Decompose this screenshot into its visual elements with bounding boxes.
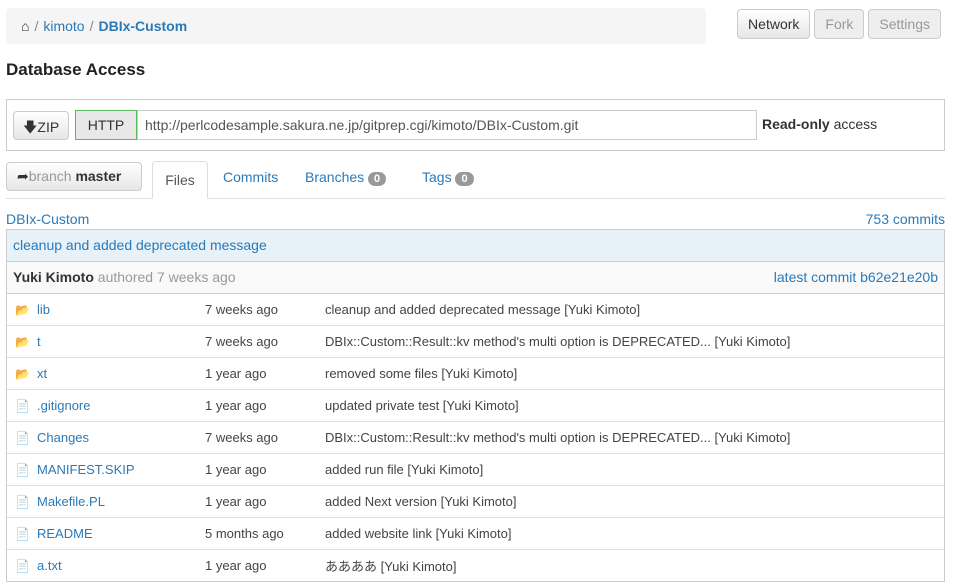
file-row: 📄 MANIFEST.SKIP 1 year ago added run file [… — [7, 454, 944, 486]
access-panel: 🡇ZIP HTTP http://perlcodesample.sakura.n… — [6, 99, 945, 151]
file-link[interactable]: lib — [37, 302, 50, 317]
breadcrumb: ⌂ / kimoto / DBIx-Custom — [6, 8, 706, 44]
folder-icon: 📂 — [15, 366, 30, 381]
file-commit-message: removed some files [Yuki Kimoto] — [325, 366, 518, 381]
file-row: 📄 Changes 7 weeks ago DBIx::Custom::Result:… — [7, 422, 944, 454]
file-icon: 📄 — [15, 558, 30, 573]
tab-branches-label: Branches — [305, 169, 365, 185]
file-name-cell: 📄 Changes — [7, 430, 205, 445]
access-label: access — [833, 116, 878, 132]
folder-icon: 📂 — [15, 302, 30, 317]
tab-files[interactable]: Files — [152, 161, 208, 199]
http-button[interactable]: HTTP — [75, 110, 137, 140]
page-title: Database Access — [6, 60, 146, 79]
file-commit-message: ああああ [Yuki Kimoto] — [325, 559, 457, 574]
file-link[interactable]: .gitignore — [37, 398, 90, 413]
commit-time: authored 7 weeks ago — [97, 269, 236, 285]
file-commit-message: cleanup and added deprecated message [Yu… — [325, 302, 641, 317]
file-table: cleanup and added deprecated message Yuk… — [6, 229, 945, 582]
file-age: 1 year ago — [205, 462, 267, 477]
tabs-divider — [6, 198, 945, 199]
file-name-cell: 📄 .gitignore — [7, 398, 205, 413]
project-link[interactable]: DBIx-Custom — [6, 211, 89, 227]
file-age: 1 year ago — [205, 366, 267, 381]
zip-download-button[interactable]: 🡇ZIP — [13, 111, 70, 140]
file-row: 📂 xt 1 year ago removed some files [Yuki Ki… — [7, 358, 944, 390]
last-commit-message[interactable]: cleanup and added deprecated message — [7, 230, 944, 262]
file-commit-message: updated private test [Yuki Kimoto] — [325, 398, 519, 413]
commit-count-link[interactable]: 753 commits — [866, 211, 945, 227]
breadcrumb-repo[interactable]: DBIx-Custom — [98, 18, 187, 34]
tab-branches[interactable]: Branches 0 — [305, 169, 387, 186]
file-icon: 📄 — [15, 430, 30, 445]
readonly-label: Read-only — [762, 116, 830, 132]
file-name-cell: 📄 Makefile.PL — [7, 494, 205, 509]
file-icon: 📄 — [15, 494, 30, 509]
last-commit-author-row: Yuki Kimoto authored 7 weeks ago latest … — [7, 262, 944, 294]
zip-label: ZIP — [37, 119, 60, 135]
tags-count-badge: 0 — [455, 172, 474, 186]
file-link[interactable]: Makefile.PL — [37, 494, 105, 509]
file-commit-message: DBIx::Custom::Result::kv method's multi … — [325, 430, 791, 445]
file-age: 1 year ago — [205, 494, 267, 509]
tab-tags[interactable]: Tags 0 — [422, 169, 474, 186]
file-name-cell: 📂 xt — [7, 366, 205, 381]
file-age: 1 year ago — [205, 558, 267, 573]
breadcrumb-user[interactable]: kimoto — [43, 18, 84, 34]
tab-tags-label: Tags — [422, 169, 452, 185]
share-arrow-icon: ➦ — [17, 168, 29, 184]
file-link[interactable]: xt — [37, 366, 47, 381]
access-note: Read-only access — [762, 116, 877, 132]
file-link[interactable]: a.txt — [37, 558, 62, 573]
file-row: 📄 a.txt 1 year ago ああああ [Yuki Kimoto] — [7, 550, 944, 581]
file-row: 📄 README 5 months ago added website link [Y… — [7, 518, 944, 550]
file-name-cell: 📄 README — [7, 526, 205, 541]
file-age: 7 weeks ago — [205, 430, 278, 445]
settings-button[interactable]: Settings — [868, 9, 941, 39]
branches-count-badge: 0 — [368, 172, 387, 186]
file-commit-message: added Next version [Yuki Kimoto] — [325, 494, 517, 509]
file-icon: 📄 — [15, 398, 30, 413]
file-link[interactable]: t — [37, 334, 41, 349]
file-row: 📂 lib 7 weeks ago cleanup and added depreca… — [7, 294, 944, 326]
file-link[interactable]: MANIFEST.SKIP — [37, 462, 135, 477]
file-name-cell: 📂 lib — [7, 302, 205, 317]
file-age: 5 months ago — [205, 526, 284, 541]
network-button[interactable]: Network — [737, 9, 811, 39]
file-icon: 📄 — [15, 526, 30, 541]
clone-url-input[interactable]: http://perlcodesample.sakura.ne.jp/gitpr… — [137, 110, 757, 140]
file-link[interactable]: Changes — [37, 430, 89, 445]
commit-author: Yuki Kimoto — [13, 269, 94, 285]
file-row: 📄 .gitignore 1 year ago updated private tes… — [7, 390, 944, 422]
file-age: 1 year ago — [205, 398, 267, 413]
file-commit-message: DBIx::Custom::Result::kv method's multi … — [325, 334, 791, 349]
file-commit-message: added website link [Yuki Kimoto] — [325, 526, 512, 541]
file-row: 📂 t 7 weeks ago DBIx::Custom::Result::kv me… — [7, 326, 944, 358]
branch-selector[interactable]: ➦branch master — [6, 162, 142, 191]
file-age: 7 weeks ago — [205, 302, 278, 317]
file-name-cell: 📄 a.txt — [7, 558, 205, 573]
file-age: 7 weeks ago — [205, 334, 278, 349]
home-icon[interactable]: ⌂ — [21, 18, 29, 34]
fork-button[interactable]: Fork — [814, 9, 865, 39]
folder-icon: 📂 — [15, 334, 30, 349]
tab-commits[interactable]: Commits — [223, 169, 278, 185]
file-name-cell: 📂 t — [7, 334, 205, 349]
download-icon: 🡇 — [23, 119, 38, 135]
branch-name: master — [75, 168, 122, 184]
latest-commit-link[interactable]: latest commit b62e21e20b — [774, 262, 938, 293]
file-row: 📄 Makefile.PL 1 year ago added Next version… — [7, 486, 944, 518]
file-icon: 📄 — [15, 462, 30, 477]
file-name-cell: 📄 MANIFEST.SKIP — [7, 462, 205, 477]
file-link[interactable]: README — [37, 526, 93, 541]
file-commit-message: added run file [Yuki Kimoto] — [325, 462, 484, 477]
branch-label: branch — [28, 168, 72, 184]
